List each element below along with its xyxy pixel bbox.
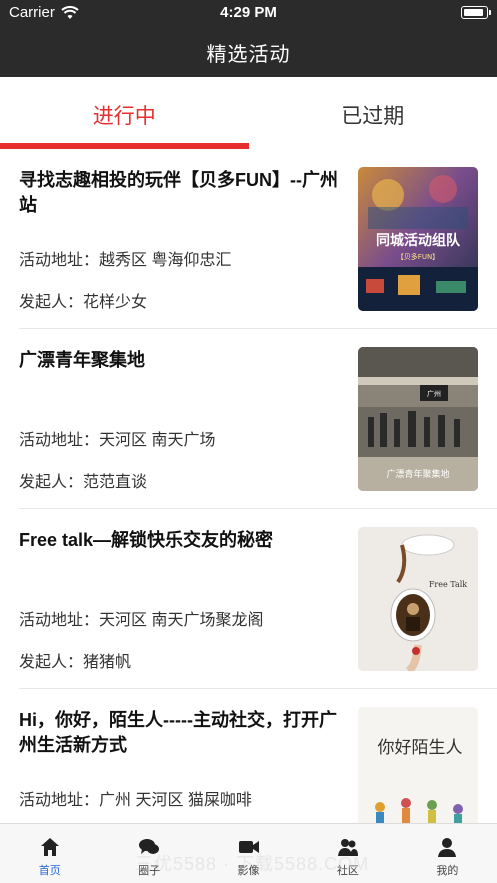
status-bar: Carrier 4:29 PM [0,0,497,26]
poster-text: Free Talk [429,580,467,589]
tabbar-circle[interactable]: 圈子 [99,824,198,883]
activity-host: 发起人：猪猪帆 [19,654,132,671]
activity-list[interactable]: 寻找志趣相投的玩伴【贝多FUN】--广州站 活动地址：越秀区 粤海仰忠汇 发起人… [0,149,497,823]
poster-text: 同城活动组队 [376,232,461,249]
top-bar: Carrier 4:29 PM 精选活动 [0,0,497,77]
tabbar-community-label: 社区 [336,865,359,877]
activity-item[interactable]: 寻找志趣相投的玩伴【贝多FUN】--广州站 活动地址：越秀区 粤海仰忠汇 发起人… [19,149,497,329]
tabbar-video[interactable]: 影像 [199,824,298,883]
chat-bubbles-icon [139,839,160,854]
activity-address: 活动地址：广州 天河区 猫屎咖啡 [19,792,252,809]
poster-subtext: 【贝多FUN】 [397,252,439,261]
activity-host: 发起人：范范直谈 [19,474,148,491]
video-camera-icon [238,841,259,853]
tabbar-home[interactable]: 首页 [0,824,99,883]
activity-address: 活动地址：越秀区 粤海仰忠汇 [19,252,232,269]
poster-subtext: 广州 [427,389,441,398]
activity-title: Hi，你好，陌生人-----主动社交，打开广州生活新方式 [19,710,337,755]
tabbar-community[interactable]: 社区 [298,824,397,883]
home-icon [40,838,59,856]
activity-poster: 广州 广漂青年聚集地 [358,347,478,491]
tabbar-me[interactable]: 我的 [398,824,497,883]
bottom-tab-bar: 首页 圈子 影像 社区 我的 [0,823,497,883]
page-title: 精选活动 [206,44,291,66]
activity-title: 广漂青年聚集地 [19,350,145,370]
community-icon [337,839,358,856]
poster-text: 你好陌生人 [378,738,463,758]
activity-host: 发起人：花样少女 [19,294,148,311]
tabbar-home-label: 首页 [38,865,61,877]
tabbar-me-label: 我的 [436,865,459,877]
poster-text: 广漂青年聚集地 [386,468,449,480]
activity-item[interactable]: 广漂青年聚集地 活动地址：天河区 南天广场 发起人：范范直谈 广州 广漂青年聚集… [19,329,497,509]
tab-ongoing[interactable]: 进行中 [0,77,249,149]
activity-item[interactable]: Free talk—解锁快乐交友的秘密 活动地址：天河区 南天广场聚龙阁 发起人… [19,509,497,689]
activity-title: 寻找志趣相投的玩伴【贝多FUN】--广州站 [19,170,338,215]
tabbar-video-label: 影像 [237,865,260,877]
tab-ongoing-label: 进行中 [92,105,156,128]
activity-address: 活动地址：天河区 南天广场 [19,432,216,449]
battery-fill [463,8,484,16]
activity-item[interactable]: Hi，你好，陌生人-----主动社交，打开广州生活新方式 活动地址：广州 天河区… [19,689,497,823]
activity-poster: 同城活动组队 【贝多FUN】 [358,167,478,311]
tab-expired-label: 已过期 [341,105,405,128]
status-time: 4:29 PM [220,4,277,21]
tabbar-circle-label: 圈子 [138,865,161,877]
segment-tabs: 进行中 已过期 [0,77,497,149]
activity-address: 活动地址：天河区 南天广场聚龙阁 [19,612,264,629]
activity-title: Free talk—解锁快乐交友的秘密 [19,530,274,550]
activity-poster: Free Talk [358,527,478,671]
user-icon [438,838,457,857]
battery-icon [461,6,491,19]
activity-poster: 你好陌生人 [358,707,478,823]
tab-expired[interactable]: 已过期 [249,77,497,149]
